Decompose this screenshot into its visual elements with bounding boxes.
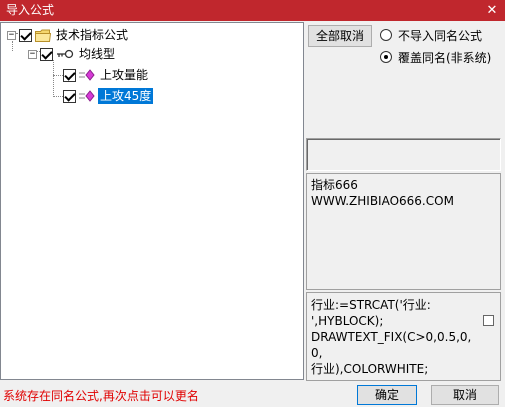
tree-checkbox-root[interactable]: [19, 28, 32, 42]
import-formula-dialog: 导入公式 ✕ − 技术指标公式 − 均线型 上攻量能 上攻45度 全部取消 不导…: [0, 0, 505, 407]
tree-checkbox-group[interactable]: [40, 47, 53, 61]
cancel-button[interactable]: 取消: [431, 385, 499, 405]
tree-node-group[interactable]: − 均线型: [28, 45, 117, 63]
radio-overwrite-dot[interactable]: [380, 51, 392, 63]
tree-checkbox-formula[interactable]: [63, 68, 76, 82]
tree-checkbox-formula[interactable]: [63, 89, 76, 103]
formula-code-box[interactable]: 行业:=STRCAT('行业: ',HYBLOCK); DRAWTEXT_FIX…: [306, 292, 501, 381]
title-bar[interactable]: 导入公式 ✕: [0, 0, 505, 21]
tree-node-root[interactable]: − 技术指标公式: [7, 26, 130, 44]
description-line: 指标666: [311, 178, 358, 192]
close-icon[interactable]: ✕: [483, 2, 501, 19]
radio-no-import[interactable]: 不导入同名公式: [380, 27, 482, 43]
radio-no-import-dot[interactable]: [380, 29, 392, 41]
tree-label-root: 技术指标公式: [56, 28, 129, 42]
cancel-all-button[interactable]: 全部取消: [308, 25, 372, 47]
tree-label-formula: 上攻量能: [100, 68, 149, 82]
description-line: WWW.ZHIBIAO666.COM: [311, 194, 454, 208]
key-icon: [56, 48, 74, 60]
tree-connector: [53, 60, 54, 97]
code-checkbox[interactable]: [483, 315, 494, 326]
tree-node-formula[interactable]: 上攻45度: [63, 87, 154, 105]
tree-node-formula[interactable]: 上攻量能: [63, 66, 150, 84]
radio-overwrite-label: 覆盖同名(非系统): [398, 50, 492, 65]
folder-icon: [35, 29, 52, 42]
formula-icon: [79, 69, 95, 81]
formula-icon: [79, 90, 95, 102]
radio-overwrite[interactable]: 覆盖同名(非系统): [380, 49, 491, 65]
tree-connector: [53, 75, 63, 76]
formula-code-text: 行业:=STRCAT('行业: ',HYBLOCK); DRAWTEXT_FIX…: [311, 298, 472, 376]
collapse-toggle[interactable]: −: [7, 30, 16, 40]
window-title: 导入公式: [6, 3, 55, 17]
status-message: 系统存在同名公式,再次点击可以更名: [3, 389, 199, 403]
tree-label-formula-selected: 上攻45度: [98, 88, 154, 104]
collapse-toggle[interactable]: −: [28, 49, 37, 59]
description-box: 指标666 WWW.ZHIBIAO666.COM: [306, 173, 501, 290]
info-strip: [306, 138, 501, 171]
tree-label-group: 均线型: [79, 47, 116, 61]
formula-tree[interactable]: − 技术指标公式 − 均线型 上攻量能 上攻45度: [0, 22, 304, 380]
tree-connector: [53, 96, 63, 97]
ok-button[interactable]: 确定: [357, 385, 417, 405]
radio-no-import-label: 不导入同名公式: [398, 28, 483, 43]
